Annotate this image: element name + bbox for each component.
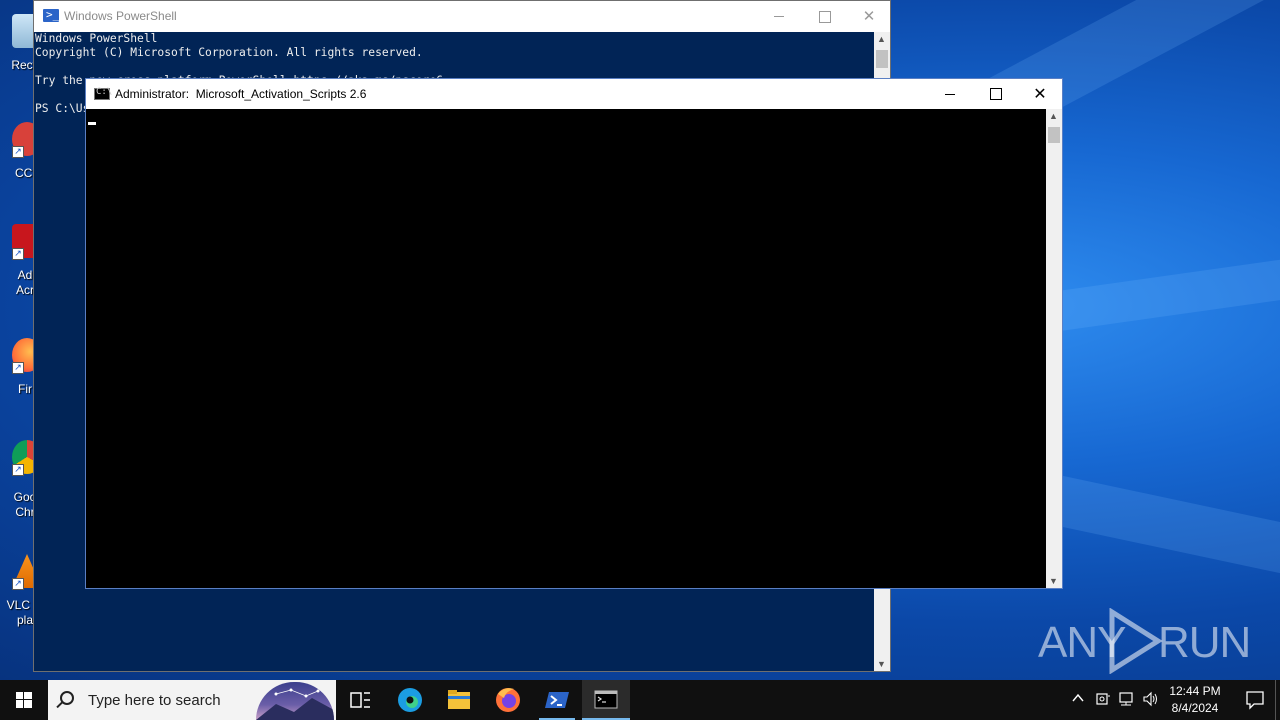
cmd-titlebar[interactable]: C:\ Administrator: Microsoft_Activation_… bbox=[86, 79, 1062, 109]
chevron-up-icon bbox=[1072, 693, 1084, 702]
powershell-icon: >_ bbox=[43, 8, 59, 22]
search-highlight-image bbox=[256, 682, 334, 720]
clock-time[interactable]: 12:44 PM bbox=[1156, 684, 1234, 698]
task-view-icon bbox=[350, 692, 370, 708]
taskbar-powershell[interactable] bbox=[533, 680, 581, 720]
firefox-icon bbox=[496, 688, 520, 712]
taskbar-file-explorer[interactable] bbox=[435, 680, 483, 720]
powershell-icon bbox=[545, 692, 569, 708]
cmd-console[interactable] bbox=[86, 109, 1046, 588]
shortcut-arrow-icon: ↗ bbox=[12, 362, 24, 374]
scroll-up-icon[interactable]: ▲ bbox=[1049, 111, 1058, 121]
taskbar: Type here to search 12:44 PM 8/4/2024 bbox=[0, 680, 1280, 720]
shortcut-arrow-icon: ↗ bbox=[12, 248, 24, 260]
cmd-icon: C:\ bbox=[94, 87, 112, 100]
watermark-text: RUN bbox=[1158, 618, 1251, 667]
desktop: Recy ↗ CCl ↗ Ad Acr ↗ Fir ↗ Goo Chr ↗ VL… bbox=[0, 0, 1280, 680]
scroll-down-icon[interactable]: ▼ bbox=[1049, 576, 1058, 586]
cmd-icon bbox=[594, 690, 618, 709]
tray-app-button[interactable] bbox=[1095, 691, 1111, 711]
shortcut-arrow-icon: ↗ bbox=[12, 464, 24, 476]
scroll-up-icon[interactable]: ▲ bbox=[877, 34, 886, 44]
cmd-scrollbar[interactable]: ▲ ▼ bbox=[1046, 109, 1062, 588]
scroll-thumb[interactable] bbox=[1048, 127, 1060, 143]
console-line: Windows PowerShell bbox=[35, 32, 158, 45]
scroll-down-icon[interactable]: ▼ bbox=[877, 659, 886, 669]
edge-icon bbox=[398, 688, 422, 712]
device-icon bbox=[1096, 693, 1110, 705]
show-hidden-icons-button[interactable] bbox=[1071, 691, 1085, 709]
close-icon: ✕ bbox=[862, 7, 876, 25]
play-icon bbox=[1109, 608, 1163, 674]
minimize-button[interactable] bbox=[756, 1, 802, 32]
search-placeholder: Type here to search bbox=[88, 692, 221, 709]
close-icon: ✕ bbox=[1033, 84, 1047, 103]
network-icon bbox=[1119, 692, 1133, 706]
notifications-button[interactable] bbox=[1237, 680, 1273, 720]
anyrun-watermark: ANY RUN bbox=[1038, 606, 1251, 676]
powershell-titlebar[interactable]: >_ Windows PowerShell ✕ bbox=[34, 1, 890, 32]
shortcut-arrow-icon: ↗ bbox=[12, 146, 24, 158]
search-icon bbox=[60, 691, 74, 705]
text-cursor bbox=[88, 122, 96, 125]
folder-icon bbox=[448, 690, 470, 709]
notification-icon bbox=[1246, 691, 1264, 710]
window-title: Administrator: Microsoft_Activation_Scri… bbox=[115, 87, 367, 101]
task-view-button[interactable] bbox=[336, 680, 384, 720]
window-title: Windows PowerShell bbox=[64, 9, 177, 23]
close-button[interactable]: ✕ bbox=[1017, 79, 1063, 109]
network-button[interactable] bbox=[1118, 691, 1136, 711]
close-button[interactable]: ✕ bbox=[846, 1, 892, 32]
shortcut-arrow-icon: ↗ bbox=[12, 578, 24, 590]
start-button[interactable] bbox=[0, 680, 48, 720]
maximize-button[interactable] bbox=[972, 79, 1018, 109]
minimize-button[interactable] bbox=[927, 79, 973, 109]
console-line: Copyright (C) Microsoft Corporation. All… bbox=[35, 46, 423, 59]
scroll-thumb[interactable] bbox=[876, 50, 888, 68]
windows-logo-icon bbox=[16, 692, 32, 708]
taskbar-cmd[interactable] bbox=[582, 680, 630, 720]
cmd-window[interactable]: C:\ Administrator: Microsoft_Activation_… bbox=[85, 78, 1063, 589]
show-desktop-button[interactable] bbox=[1275, 680, 1280, 720]
clock-date[interactable]: 8/4/2024 bbox=[1156, 701, 1234, 715]
taskbar-edge[interactable] bbox=[386, 680, 434, 720]
maximize-button[interactable] bbox=[801, 1, 847, 32]
search-box[interactable]: Type here to search bbox=[48, 680, 336, 720]
taskbar-firefox[interactable] bbox=[484, 680, 532, 720]
